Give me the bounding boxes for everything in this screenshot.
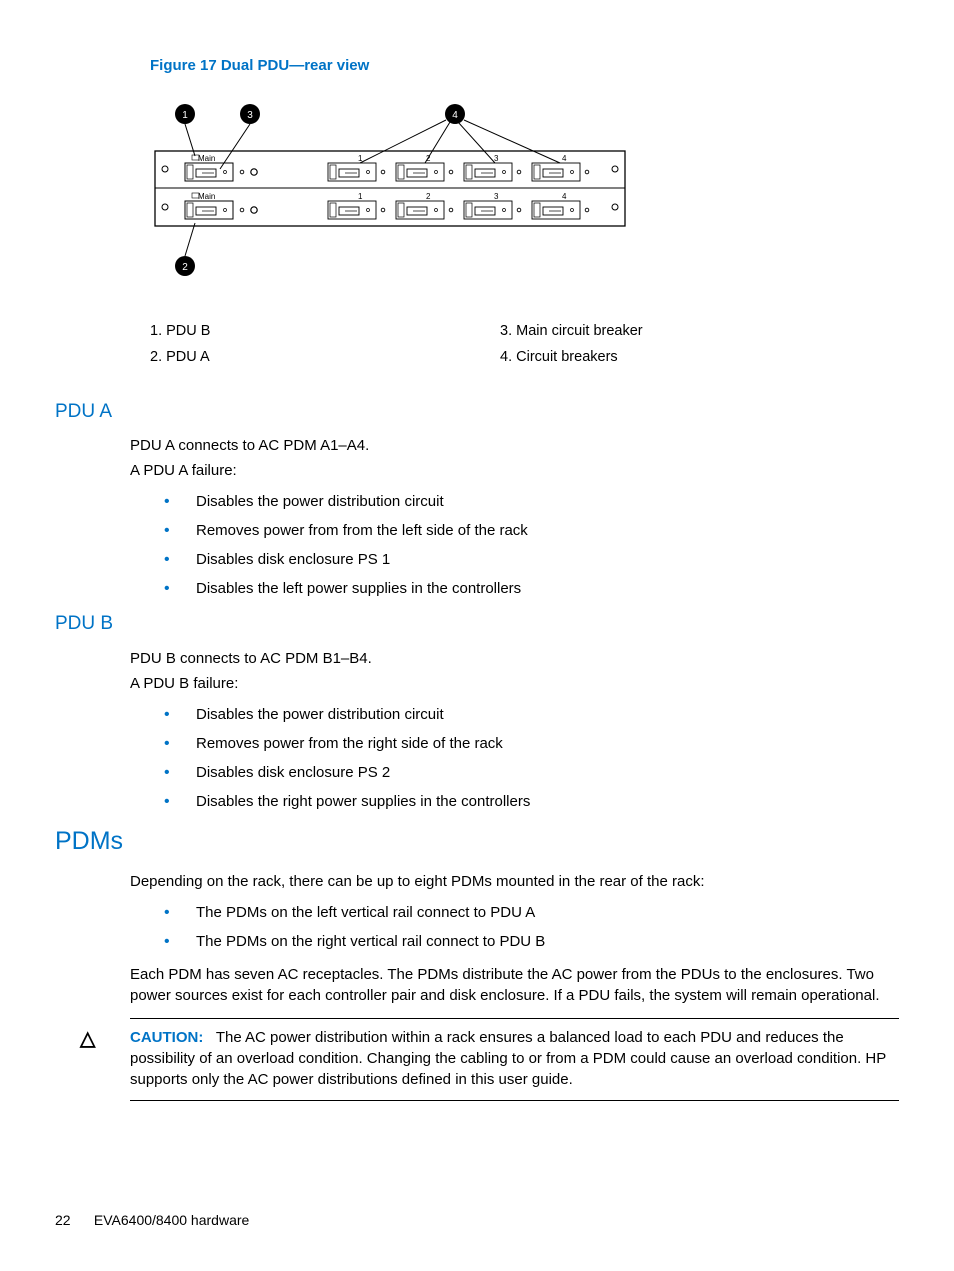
caution-text: The AC power distribution within a rack … — [130, 1029, 886, 1088]
heading-pdms: PDMs — [55, 824, 899, 859]
legend-num: 2. — [150, 349, 162, 365]
legend-text: PDU B — [166, 323, 210, 339]
list-item: Disables the power distribution circuit — [150, 491, 899, 512]
figure-legend: 1. PDU B 2. PDU A 3. Main circuit breake… — [150, 321, 899, 374]
svg-text:Main: Main — [198, 154, 215, 163]
pdu-diagram: 1 3 4 2 Main 1 2 3 4 — [150, 101, 899, 291]
legend-num: 3. — [500, 323, 512, 339]
legend-text: PDU A — [166, 349, 210, 365]
body-text: Depending on the rack, there can be up t… — [130, 871, 899, 892]
callout-1: 1 — [182, 110, 188, 121]
svg-text:1: 1 — [358, 192, 363, 201]
page-footer: 22 EVA6400/8400 hardware — [55, 1211, 249, 1231]
svg-text:4: 4 — [562, 192, 567, 201]
footer-title: EVA6400/8400 hardware — [94, 1212, 249, 1228]
body-text: A PDU B failure: — [130, 673, 899, 694]
svg-text:2: 2 — [426, 192, 431, 201]
legend-num: 1. — [150, 323, 162, 339]
svg-text:Main: Main — [198, 192, 215, 201]
list-item: Disables the left power supplies in the … — [150, 578, 899, 599]
svg-text:4: 4 — [562, 154, 567, 163]
pdms-bullets: The PDMs on the left vertical rail conne… — [150, 902, 899, 952]
legend-num: 4. — [500, 349, 512, 365]
page-number: 22 — [55, 1211, 90, 1231]
caution-label: CAUTION: — [130, 1029, 203, 1046]
list-item: Disables disk enclosure PS 1 — [150, 549, 899, 570]
body-text: A PDU A failure: — [130, 460, 899, 481]
list-item: The PDMs on the right vertical rail conn… — [150, 931, 899, 952]
pdu-b-bullets: Disables the power distribution circuit … — [150, 704, 899, 812]
body-text: PDU B connects to AC PDM B1–B4. — [130, 648, 899, 669]
legend-text: Main circuit breaker — [516, 323, 643, 339]
heading-pdu-a: PDU A — [55, 399, 899, 426]
list-item: Disables disk enclosure PS 2 — [150, 762, 899, 783]
body-text: Each PDM has seven AC receptacles. The P… — [130, 964, 899, 1006]
list-item: Disables the power distribution circuit — [150, 704, 899, 725]
figure-title: Figure 17 Dual PDU—rear view — [150, 55, 899, 76]
caution-box: △ CAUTION: The AC power distribution wit… — [130, 1018, 899, 1101]
list-item: Disables the right power supplies in the… — [150, 791, 899, 812]
svg-text:2: 2 — [426, 154, 431, 163]
list-item: Removes power from from the left side of… — [150, 520, 899, 541]
svg-text:1: 1 — [358, 154, 363, 163]
svg-text:3: 3 — [494, 154, 499, 163]
callout-3: 3 — [247, 110, 253, 121]
legend-text: Circuit breakers — [516, 349, 618, 365]
list-item: The PDMs on the left vertical rail conne… — [150, 902, 899, 923]
list-item: Removes power from the right side of the… — [150, 733, 899, 754]
callout-2: 2 — [182, 262, 188, 273]
pdu-a-bullets: Disables the power distribution circuit … — [150, 491, 899, 599]
svg-text:3: 3 — [494, 192, 499, 201]
caution-icon: △ — [80, 1025, 95, 1053]
body-text: PDU A connects to AC PDM A1–A4. — [130, 435, 899, 456]
callout-4: 4 — [452, 110, 458, 121]
heading-pdu-b: PDU B — [55, 611, 899, 638]
